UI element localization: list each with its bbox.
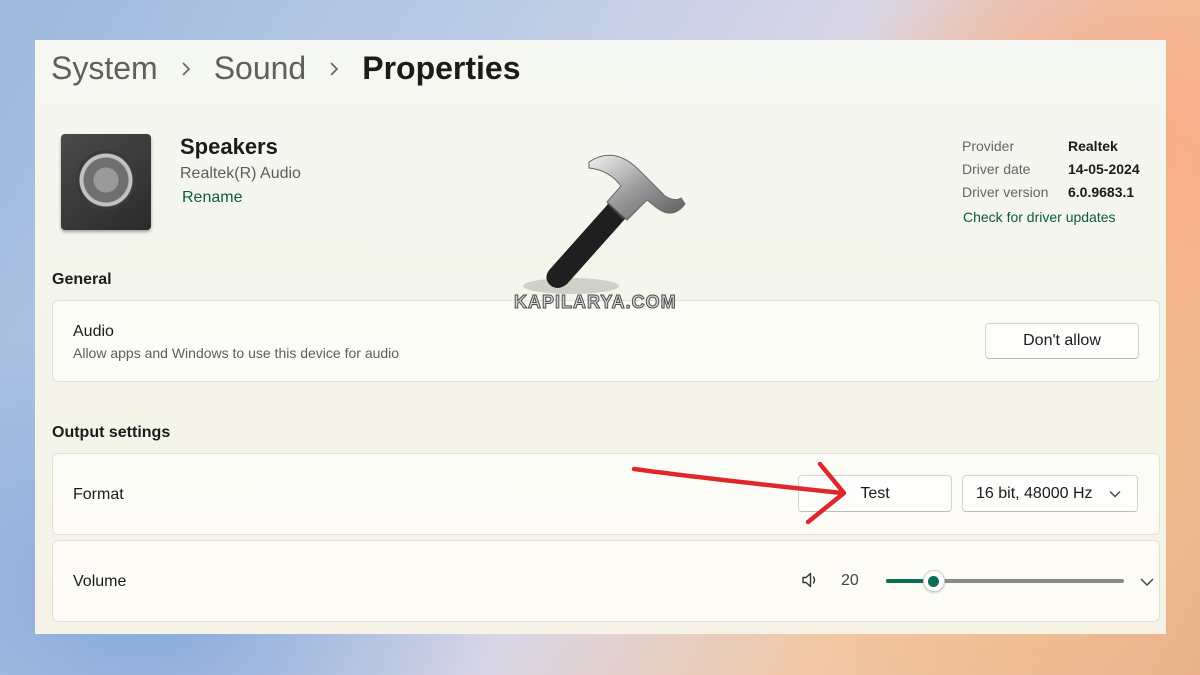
general-section-title: General [52, 271, 112, 288]
audio-description: Allow apps and Windows to use this devic… [73, 345, 400, 361]
format-dropdown[interactable]: 16 bit, 48000 Hz [962, 475, 1138, 512]
output-section-title: Output settings [52, 424, 171, 441]
settings-window: System Sound Properties Speakers Realtek… [35, 40, 1166, 634]
breadcrumb-system[interactable]: System [51, 50, 158, 87]
device-name: Speakers [180, 134, 278, 159]
format-card: Format Test 16 bit, 48000 Hz [52, 453, 1160, 535]
volume-label: Volume [73, 573, 127, 590]
audio-title: Audio [73, 323, 114, 340]
chevron-down-icon [1109, 490, 1121, 498]
dont-allow-button[interactable]: Don't allow [985, 323, 1139, 359]
hammer-logo-icon [523, 154, 686, 294]
red-arrow-annotation [631, 461, 847, 525]
driver-date-label: Driver date [962, 161, 1031, 177]
breadcrumb: System Sound Properties [51, 50, 521, 87]
volume-slider-thumb[interactable] [922, 570, 945, 592]
driver-info: Provider Realtek Driver date 14-05-2024 … [962, 138, 1140, 207]
volume-speaker-icon[interactable] [801, 571, 819, 594]
page-title: Properties [362, 50, 521, 86]
check-driver-updates-link[interactable]: Check for driver updates [963, 209, 1116, 225]
expand-chevron-icon[interactable] [1140, 574, 1154, 592]
provider-value: Realtek [1068, 138, 1118, 154]
watermark-text: KAPILARYA.COM [514, 292, 677, 313]
format-label: Format [73, 486, 124, 503]
device-subtitle: Realtek(R) Audio [180, 165, 301, 182]
driver-version-label: Driver version [962, 184, 1049, 200]
format-selected-value: 16 bit, 48000 Hz [976, 484, 1093, 502]
chevron-right-icon [328, 61, 340, 77]
driver-date-value: 14-05-2024 [1068, 161, 1140, 177]
volume-slider[interactable] [886, 570, 1124, 592]
chevron-right-icon [180, 61, 192, 77]
volume-value: 20 [841, 572, 859, 589]
provider-label: Provider [962, 138, 1015, 154]
rename-link[interactable]: Rename [182, 189, 242, 207]
speaker-icon [61, 134, 151, 230]
driver-version-value: 6.0.9683.1 [1068, 184, 1135, 200]
breadcrumb-sound[interactable]: Sound [214, 50, 307, 87]
volume-card: Volume 20 [52, 540, 1160, 622]
